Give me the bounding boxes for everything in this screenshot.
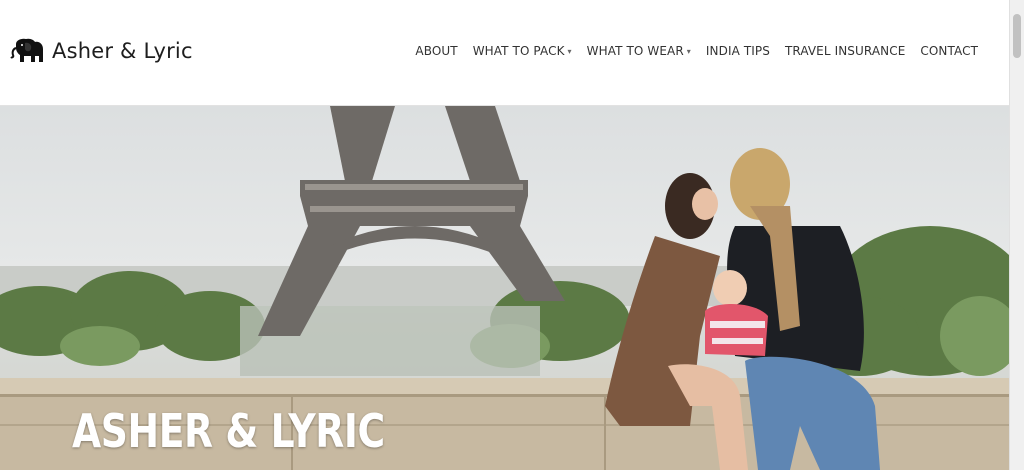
caret-down-icon: ▾	[686, 46, 691, 56]
nav-item-about[interactable]: ABOUT	[415, 44, 457, 58]
hero-title: ASHER & LYRIC	[72, 404, 385, 458]
nav-label: ABOUT	[415, 44, 458, 58]
site-header: Asher & Lyric ABOUT WHAT TO PACK ▾ WHAT T…	[0, 0, 1010, 106]
nav-label: WHAT TO PACK	[472, 44, 565, 58]
page-scrollbar[interactable]	[1009, 0, 1024, 470]
nav-label: CONTACT	[920, 44, 978, 58]
nav-label: INDIA TIPS	[705, 44, 770, 58]
nav-item-contact[interactable]: CONTACT	[920, 44, 978, 58]
nav-item-travel-insurance[interactable]: TRAVEL INSURANCE	[785, 44, 905, 58]
main-nav: ABOUT WHAT TO PACK ▾ WHAT TO WEAR ▾ INDIA …	[400, 44, 978, 58]
nav-item-india-tips[interactable]: INDIA TIPS	[706, 44, 770, 58]
site-logo[interactable]: Asher & Lyric	[10, 38, 193, 64]
elephant-icon	[10, 38, 43, 62]
logo-text: Asher & Lyric	[52, 39, 193, 63]
nav-label: TRAVEL INSURANCE	[784, 44, 906, 58]
nav-label: WHAT TO WEAR	[586, 44, 684, 58]
caret-down-icon: ▾	[567, 46, 572, 56]
hero-banner: ASHER & LYRIC	[0, 106, 1010, 470]
nav-item-what-to-wear[interactable]: WHAT TO WEAR ▾	[587, 44, 691, 58]
nav-item-what-to-pack[interactable]: WHAT TO PACK ▾	[473, 44, 572, 58]
scrollbar-thumb[interactable]	[1013, 14, 1021, 58]
